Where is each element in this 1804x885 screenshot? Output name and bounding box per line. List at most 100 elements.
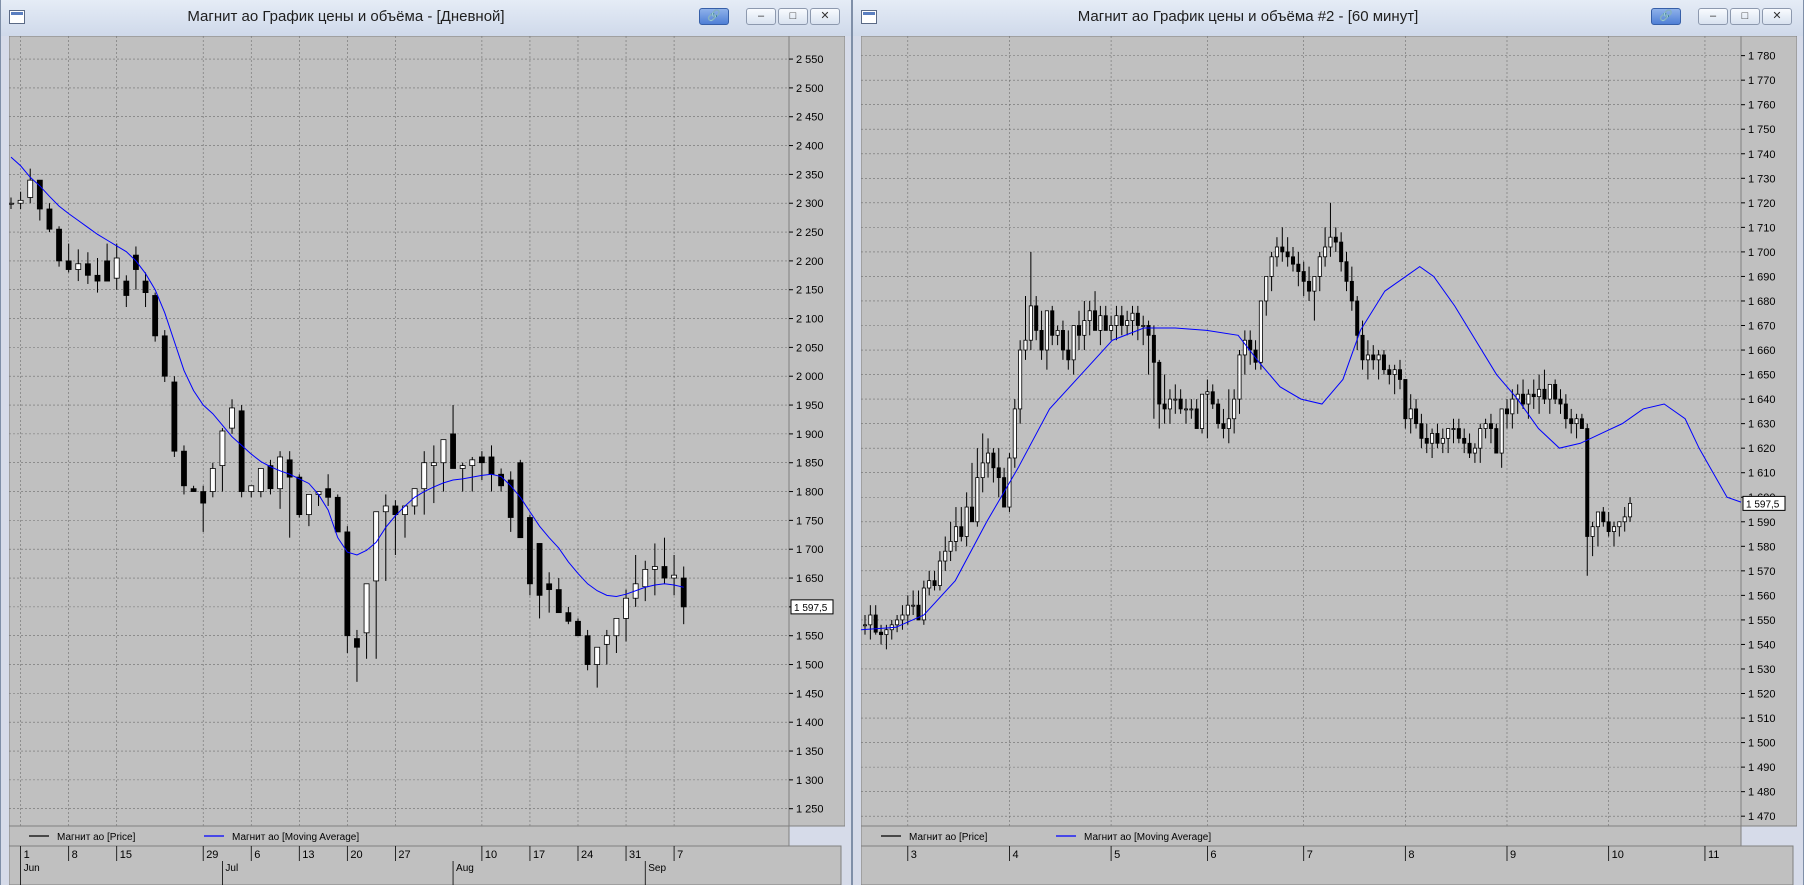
candle-body xyxy=(1269,256,1274,277)
candle xyxy=(334,494,341,533)
candle-body xyxy=(1387,369,1392,375)
y-tick-label: 2 150 xyxy=(796,285,824,297)
candle-body xyxy=(56,228,62,262)
minimize-button[interactable]: – xyxy=(746,8,776,25)
candle-body xyxy=(584,635,591,665)
candle xyxy=(575,618,581,637)
candle-body xyxy=(1012,408,1017,459)
y-tick-label: 1 770 xyxy=(1748,75,1776,87)
candle-body xyxy=(440,439,447,464)
candle-body xyxy=(459,465,466,469)
candle-body xyxy=(1462,437,1467,444)
candle-body xyxy=(1617,521,1622,528)
candle-body xyxy=(152,295,159,337)
candle-body xyxy=(171,381,178,452)
candle-body xyxy=(1093,310,1098,331)
candle-body xyxy=(1355,300,1360,336)
daily-price-chart[interactable]: 1 2501 3001 3501 4001 4501 5001 5501 600… xyxy=(9,36,845,885)
close-button[interactable]: ✕ xyxy=(1762,8,1792,25)
maximize-button[interactable]: □ xyxy=(778,8,808,25)
title-bar[interactable]: Магнит ао График цены и объёма #2 - [60 … xyxy=(853,0,1803,36)
candle-body xyxy=(953,526,958,542)
y-tick-label: 2 200 xyxy=(796,256,824,268)
candle-body xyxy=(555,589,562,614)
candle-body xyxy=(1381,354,1386,371)
candle-body xyxy=(603,635,610,645)
y-tick-label: 1 690 xyxy=(1748,271,1776,283)
candle-body xyxy=(1039,330,1044,351)
candle-body xyxy=(1628,502,1633,518)
candle-body xyxy=(248,485,255,492)
window-menu-icon[interactable] xyxy=(861,10,877,24)
candle-body xyxy=(1505,408,1510,415)
y-tick-label: 2 100 xyxy=(796,314,824,326)
y-tick-label: 2 550 xyxy=(796,54,824,66)
candle-body xyxy=(1301,271,1306,282)
candle-body xyxy=(1060,330,1065,351)
candle-body xyxy=(1531,393,1536,398)
candle-body xyxy=(113,257,120,279)
candle-body xyxy=(1488,423,1493,429)
daily-chart-window: Магнит ао График цены и объёма - [Дневно… xyxy=(0,0,852,885)
candle-body xyxy=(1323,246,1328,258)
x-tick-label: 13 xyxy=(302,849,314,861)
y-tick-label: 1 700 xyxy=(1748,247,1776,259)
candle-body xyxy=(1601,511,1606,523)
time-axis xyxy=(861,845,1794,885)
candle-body xyxy=(1542,388,1547,400)
window-menu-icon[interactable] xyxy=(9,10,25,24)
x-tick-label: 4 xyxy=(1012,849,1018,861)
candle-body xyxy=(1328,236,1333,248)
x-tick-label: 31 xyxy=(629,849,641,861)
window-title: Магнит ао График цены и объёма #2 - [60 … xyxy=(1077,8,1419,25)
y-tick-label: 1 710 xyxy=(1748,222,1776,234)
candle-body xyxy=(1365,354,1370,361)
y-tick-label: 1 640 xyxy=(1748,394,1776,406)
y-tick-label: 1 660 xyxy=(1748,345,1776,357)
maximize-button[interactable]: □ xyxy=(1730,8,1760,25)
minimize-button[interactable]: – xyxy=(1698,8,1728,25)
candle-body xyxy=(75,263,82,270)
candle-body xyxy=(1205,391,1210,395)
y-tick-label: 1 700 xyxy=(796,544,824,556)
candle-body xyxy=(1526,393,1531,405)
y-tick-label: 1 650 xyxy=(796,573,824,585)
y-tick-label: 1 560 xyxy=(1748,590,1776,602)
candle-body xyxy=(1499,408,1504,454)
time-axis xyxy=(9,845,842,885)
candle xyxy=(1200,393,1205,434)
month-label: Jul xyxy=(225,863,238,874)
candle-body xyxy=(546,583,553,590)
candle-body xyxy=(478,456,485,464)
close-button[interactable]: ✕ xyxy=(810,8,840,25)
candle-body xyxy=(277,456,283,490)
candle-body xyxy=(527,517,533,585)
hourly-price-chart[interactable]: 1 470 1 480 1 490 1 500 1 510 1 520 1 530 1 540… xyxy=(861,36,1797,885)
candle-body xyxy=(421,462,428,490)
candle-body xyxy=(133,254,139,270)
title-bar[interactable]: Магнит ао График цены и объёма - [Дневно… xyxy=(1,0,851,36)
candle-body xyxy=(1376,354,1381,361)
y-tick-label: 1 450 xyxy=(796,688,824,700)
candle-body xyxy=(1478,428,1483,449)
y-tick-label: 1 730 xyxy=(1748,173,1776,185)
candle-body xyxy=(325,488,332,498)
y-tick-label: 1 550 xyxy=(796,631,824,643)
y-tick-label: 1 400 xyxy=(796,717,824,729)
candle-body xyxy=(1167,398,1172,410)
candle-body xyxy=(879,631,884,636)
link-button[interactable]: 🔗 xyxy=(699,8,729,25)
candle-body xyxy=(1194,408,1199,429)
candle-body xyxy=(1312,276,1317,292)
candle-body xyxy=(373,511,380,582)
x-tick-label: 10 xyxy=(1612,849,1624,861)
link-button[interactable]: 🔗 xyxy=(1651,8,1681,25)
candle-body xyxy=(1018,349,1023,410)
candle-body xyxy=(1553,383,1558,400)
candle-body xyxy=(1237,354,1242,400)
y-tick-label: 1 740 xyxy=(1748,149,1776,161)
x-tick-label: 8 xyxy=(72,849,78,861)
candle-body xyxy=(1082,320,1087,336)
candle-body xyxy=(565,612,572,622)
candle xyxy=(171,376,178,457)
